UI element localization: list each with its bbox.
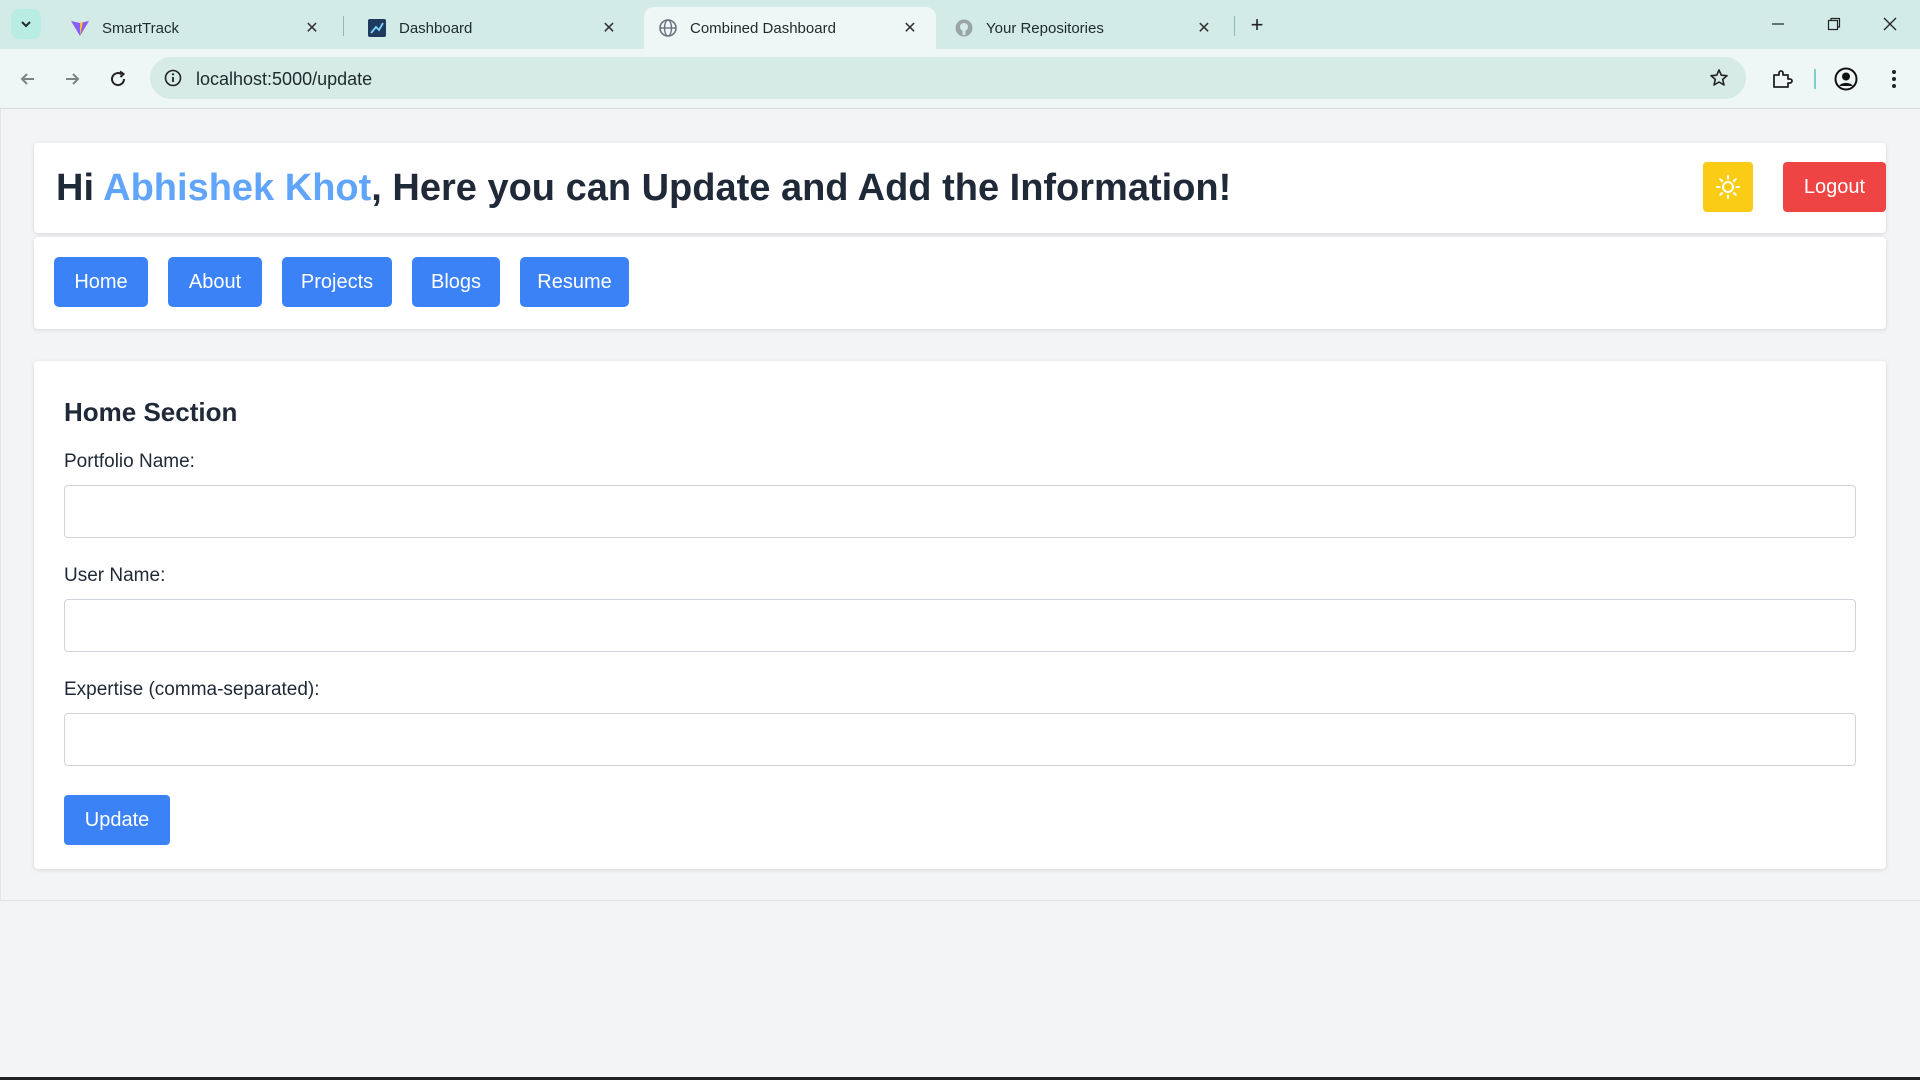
header-card: Hi Abhishek Khot, Here you can Update an… bbox=[34, 143, 1886, 233]
minimize-button[interactable] bbox=[1758, 10, 1798, 38]
browser-tabstrip: SmartTrack ✕ Dashboard ✕ Combined Dashbo… bbox=[0, 0, 1920, 49]
back-button[interactable] bbox=[12, 63, 44, 95]
sun-icon bbox=[1716, 175, 1740, 199]
tab-smarttrack[interactable]: SmartTrack ✕ bbox=[56, 7, 338, 49]
toolbar-divider bbox=[1814, 69, 1816, 89]
restore-icon bbox=[1827, 17, 1841, 31]
reload-button[interactable] bbox=[102, 63, 134, 95]
minimize-icon bbox=[1772, 23, 1784, 25]
portfolio-name-label: Portfolio Name: bbox=[64, 451, 195, 472]
arrow-left-icon bbox=[20, 73, 34, 85]
bookmark-star-icon[interactable] bbox=[1708, 67, 1730, 89]
menu-button[interactable] bbox=[1878, 63, 1910, 95]
page-viewport: Hi Abhishek Khot, Here you can Update an… bbox=[0, 109, 1920, 1080]
tab-dashboard[interactable]: Dashboard ✕ bbox=[353, 7, 635, 49]
globe-icon bbox=[658, 18, 678, 38]
vite-logo-icon bbox=[70, 18, 90, 38]
home-section-form: Home Section Portfolio Name: User Name: … bbox=[34, 361, 1886, 869]
browser-toolbar: localhost:5000/update bbox=[0, 49, 1920, 109]
tab-title: Dashboard bbox=[399, 19, 473, 37]
puzzle-icon bbox=[1773, 70, 1793, 88]
user-name-label: User Name: bbox=[64, 565, 166, 586]
github-icon bbox=[954, 18, 974, 38]
close-window-button[interactable] bbox=[1870, 10, 1910, 38]
user-name: Abhishek Khot bbox=[103, 167, 372, 209]
expertise-input[interactable] bbox=[64, 713, 1856, 766]
arrow-right-icon bbox=[66, 73, 80, 85]
close-icon[interactable]: ✕ bbox=[1194, 18, 1214, 38]
theme-toggle-button[interactable] bbox=[1703, 162, 1753, 212]
restore-button[interactable] bbox=[1814, 10, 1854, 38]
tab-title: Your Repositories bbox=[986, 19, 1104, 37]
close-icon[interactable]: ✕ bbox=[900, 18, 920, 38]
tab-your-repositories[interactable]: Your Repositories ✕ bbox=[940, 7, 1230, 49]
chevron-down-icon bbox=[21, 21, 31, 28]
close-icon[interactable]: ✕ bbox=[599, 18, 619, 38]
user-name-input[interactable] bbox=[64, 599, 1856, 652]
section-title: Home Section bbox=[64, 397, 238, 427]
url-text[interactable]: localhost:5000/update bbox=[196, 69, 372, 90]
site-info-icon[interactable] bbox=[162, 67, 184, 89]
dashboard-favicon-icon bbox=[367, 18, 387, 38]
nav-projects-button[interactable]: Projects bbox=[282, 257, 392, 307]
close-icon[interactable]: ✕ bbox=[302, 18, 322, 38]
tab-separator bbox=[1234, 16, 1235, 36]
greeting-suffix: , Here you can Update and Add the Inform… bbox=[371, 167, 1232, 209]
address-bar[interactable]: localhost:5000/update bbox=[150, 57, 1746, 99]
logout-button[interactable]: Logout bbox=[1783, 162, 1886, 212]
extensions-button[interactable] bbox=[1766, 63, 1798, 95]
nav-resume-button[interactable]: Resume bbox=[520, 257, 629, 307]
portfolio-name-input[interactable] bbox=[64, 485, 1856, 538]
profile-button[interactable] bbox=[1830, 63, 1862, 95]
kebab-menu-icon bbox=[1892, 70, 1896, 88]
greeting-prefix: Hi bbox=[56, 167, 104, 209]
section-nav: Home About Projects Blogs Resume bbox=[34, 237, 1886, 329]
tab-search-button[interactable] bbox=[11, 9, 41, 39]
tab-combined-dashboard[interactable]: Combined Dashboard ✕ bbox=[644, 7, 936, 49]
expertise-label: Expertise (comma-separated): bbox=[64, 679, 320, 700]
page-title: Hi Abhishek Khot, Here you can Update an… bbox=[56, 167, 1231, 210]
tab-title: SmartTrack bbox=[102, 19, 179, 37]
nav-blogs-button[interactable]: Blogs bbox=[412, 257, 500, 307]
close-icon bbox=[1883, 17, 1897, 31]
nav-home-button[interactable]: Home bbox=[54, 257, 148, 307]
nav-about-button[interactable]: About bbox=[168, 257, 262, 307]
new-tab-button[interactable]: + bbox=[1244, 12, 1270, 38]
tab-title: Combined Dashboard bbox=[690, 19, 836, 37]
profile-avatar-icon bbox=[1834, 67, 1858, 91]
tab-separator bbox=[343, 16, 344, 36]
update-button[interactable]: Update bbox=[64, 795, 170, 845]
reload-icon bbox=[111, 70, 126, 87]
forward-button[interactable] bbox=[56, 63, 88, 95]
